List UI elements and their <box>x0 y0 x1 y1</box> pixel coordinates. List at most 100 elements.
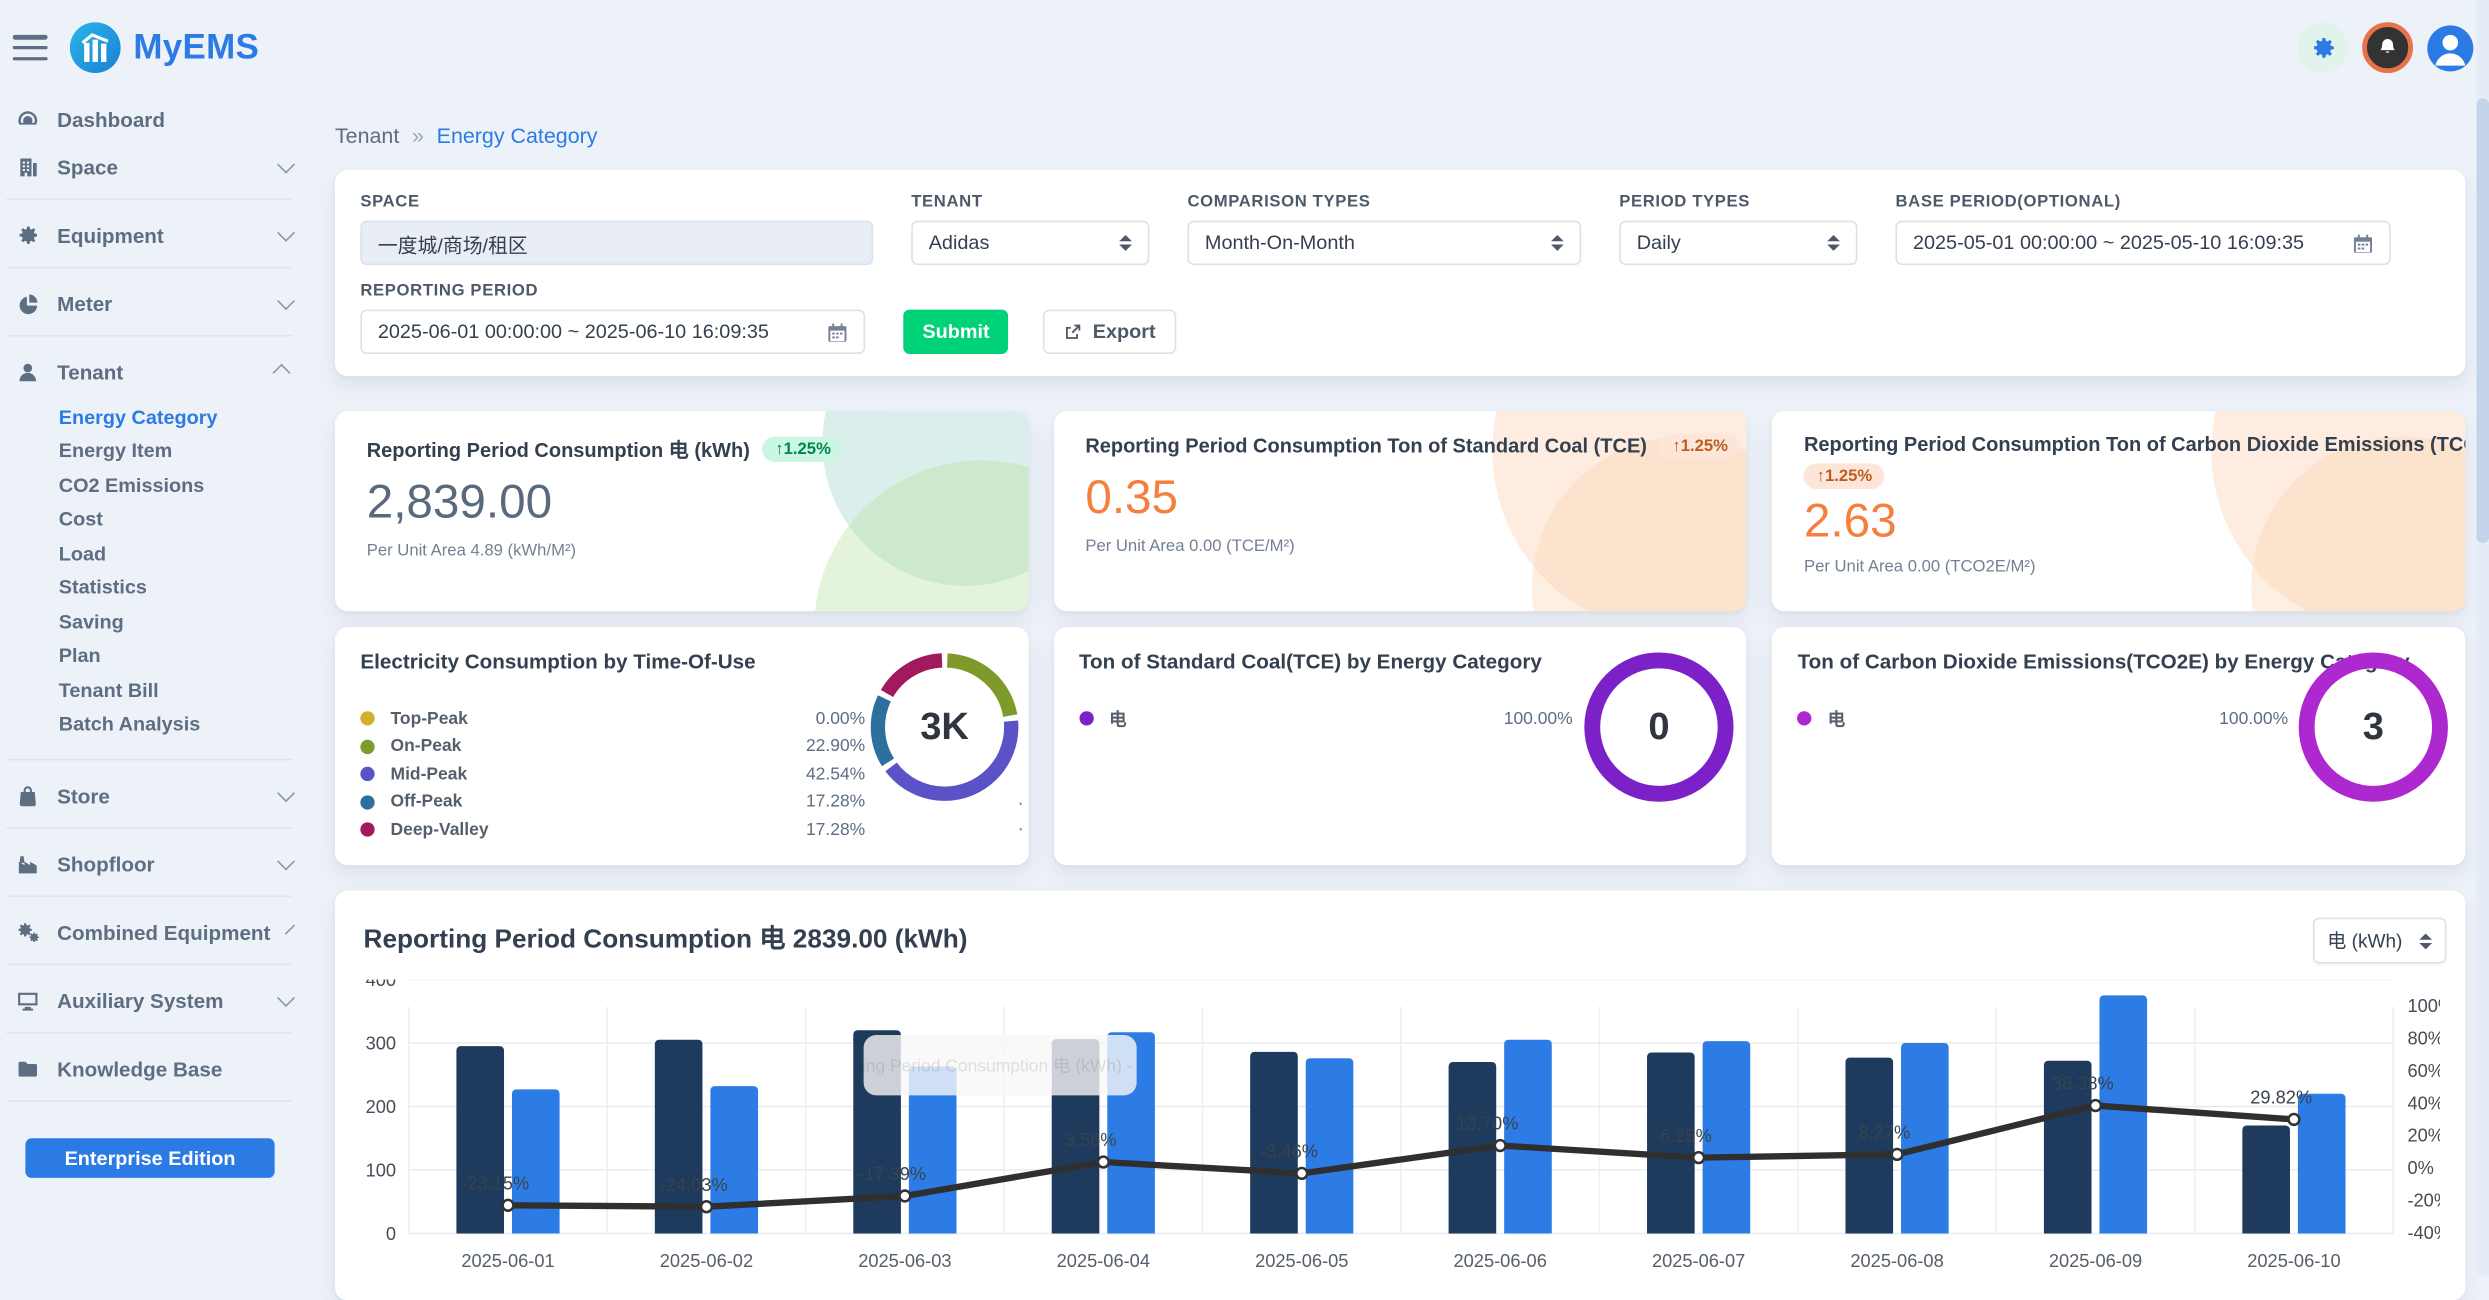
donut-row: Electricity Consumption by Time-Of-Use T… <box>335 627 2465 865</box>
svg-text:13.70%: 13.70% <box>1457 1113 1519 1134</box>
chevron-down-icon <box>277 293 294 310</box>
svg-text:2025-06-04: 2025-06-04 <box>1057 1250 1150 1271</box>
menu-toggle-icon[interactable] <box>13 35 48 60</box>
chart-unit-select[interactable]: 电 (kWh) <box>2313 918 2446 964</box>
donut-legend: 电100.00% <box>1079 705 1573 733</box>
chart-unit-value: 电 (kWh) <box>2327 927 2402 954</box>
submit-button[interactable]: Submit <box>903 310 1008 354</box>
chevron-down-icon <box>277 156 294 173</box>
space-value: 一度城/商场/租区 <box>378 228 528 258</box>
tenant-select[interactable]: Adidas <box>911 221 1149 265</box>
sidebar-item-label: Combined Equipment <box>57 920 270 944</box>
sidebar-item-batch-analysis[interactable]: Batch Analysis <box>0 707 311 741</box>
period-types-label: PERIOD TYPES <box>1619 192 1857 211</box>
svg-text:2025-06-07: 2025-06-07 <box>1652 1250 1745 1271</box>
select-arrows-icon <box>1551 235 1564 251</box>
chevron-down-icon <box>277 785 294 802</box>
breadcrumb-current[interactable]: Energy Category <box>437 124 598 148</box>
sidebar-item-knowledge-base[interactable]: Knowledge Base <box>0 1045 311 1093</box>
legend-percentage: 100.00% <box>2219 709 2288 728</box>
tenant-label: TENANT <box>911 192 1149 211</box>
sidebar-item-tenant-bill[interactable]: Tenant Bill <box>0 673 311 707</box>
period-value: Daily <box>1637 232 1681 254</box>
sidebar-item-shopfloor[interactable]: Shopfloor <box>0 840 311 888</box>
comparison-types-select[interactable]: Month-On-Month <box>1187 221 1581 265</box>
legend-row[interactable]: Mid-Peak42.54% <box>360 760 865 788</box>
kpi-trend-badge: ↑1.25% <box>1660 433 1741 458</box>
base-period-value: 2025-05-01 00:00:00 ~ 2025-05-10 16:09:3… <box>1913 232 2304 254</box>
svg-text:-20%: -20% <box>2407 1190 2440 1211</box>
sidebar-item-combined-equipment[interactable]: Combined Equipment <box>0 908 311 956</box>
reporting-period-input[interactable]: 2025-06-01 00:00:00 ~ 2025-06-10 16:09:3… <box>360 310 865 354</box>
svg-text:60%: 60% <box>2407 1060 2440 1081</box>
monitor-icon <box>16 988 40 1012</box>
kpi-subtext: Per Unit Area 0.00 (TCO2E/M²) <box>1804 557 2434 576</box>
myems-logo-icon <box>70 22 121 73</box>
svg-text:-3.46%: -3.46% <box>1260 1141 1318 1162</box>
legend-percentage: 42.54% <box>806 765 865 784</box>
chevron-up-icon <box>272 365 289 382</box>
legend-label: Deep-Valley <box>391 820 489 839</box>
sidebar-item-co2-emissions[interactable]: CO2 Emissions <box>0 468 311 502</box>
kpi-value: 2.63 <box>1804 495 2434 549</box>
kpi-trend-badge: ↑1.25% <box>1804 464 1885 489</box>
sidebar-item-energy-category[interactable]: Energy Category <box>0 400 311 434</box>
svg-text:80%: 80% <box>2407 1027 2440 1048</box>
legend-percentage: 100.00% <box>1504 709 1573 728</box>
settings-button[interactable] <box>2297 22 2348 73</box>
svg-text:3: 3 <box>2363 706 2384 748</box>
svg-text:3K: 3K <box>920 706 969 748</box>
kpi-value: 2,839.00 <box>367 476 997 530</box>
sidebar-item-meter[interactable]: Meter <box>0 279 311 327</box>
sidebar-item-dashboard[interactable]: Dashboard <box>0 95 311 143</box>
sidebar-item-cost[interactable]: Cost <box>0 502 311 536</box>
legend-percentage: 17.28% <box>806 820 865 839</box>
sidebar-item-load[interactable]: Load <box>0 537 311 571</box>
period-types-select[interactable]: Daily <box>1619 221 1857 265</box>
legend-row[interactable]: Deep-Valley 17.28% <box>360 816 865 844</box>
donut-chart: 0 <box>1579 648 1738 807</box>
comparison-types-label: COMPARISON TYPES <box>1187 192 1581 211</box>
svg-text:2025-06-06: 2025-06-06 <box>1454 1250 1547 1271</box>
scrollbar-thumb[interactable] <box>2477 98 2489 543</box>
topbar-left: MyEMS <box>0 22 259 73</box>
enterprise-edition-button[interactable]: Enterprise Edition <box>25 1138 274 1178</box>
sidebar-item-statistics[interactable]: Statistics <box>0 571 311 605</box>
donut-chart: 3 <box>2294 648 2453 807</box>
brand-logo[interactable]: MyEMS <box>70 22 259 73</box>
legend-row[interactable]: 电100.00% <box>1079 705 1573 733</box>
sidebar-item-auxiliary-system[interactable]: Auxiliary System <box>0 976 311 1024</box>
export-label: Export <box>1093 321 1156 343</box>
sidebar-item-equipment[interactable]: Equipment <box>0 211 311 259</box>
sidebar-item-tenant[interactable]: Tenant <box>0 348 311 396</box>
svg-text:2025-06-09: 2025-06-09 <box>2049 1250 2142 1271</box>
svg-text:2025-06-02: 2025-06-02 <box>660 1250 753 1271</box>
sidebar-item-plan[interactable]: Plan <box>0 639 311 673</box>
brand-name: MyEMS <box>133 27 259 68</box>
legend-row[interactable]: Top-Peak0.00% <box>360 705 865 733</box>
sidebar-item-energy-item[interactable]: Energy Item <box>0 434 311 468</box>
kpi-row: Reporting Period Consumption 电 (kWh) ↑1.… <box>335 411 2465 611</box>
space-label: SPACE <box>360 192 873 211</box>
legend-dot-icon <box>1798 712 1812 726</box>
notifications-button[interactable] <box>2362 22 2413 73</box>
sidebar-item-store[interactable]: Store <box>0 772 311 820</box>
bar-line-chart: 0100200300400100%80%60%40%20%0%-20%-40%2… <box>360 979 2440 1296</box>
svg-text:0: 0 <box>386 1223 396 1244</box>
account-button[interactable] <box>2427 25 2473 71</box>
sidebar-item-label: Space <box>57 155 118 179</box>
legend-dot-icon <box>360 739 374 753</box>
svg-text:-23.15%: -23.15% <box>461 1172 529 1193</box>
kpi-trend-badge: ↑1.25% <box>763 436 844 461</box>
legend-row[interactable]: Off-Peak17.28% <box>360 788 865 816</box>
export-button[interactable]: Export <box>1044 310 1177 354</box>
base-period-input[interactable]: 2025-05-01 00:00:00 ~ 2025-05-10 16:09:3… <box>1895 221 2390 265</box>
sidebar-item-space[interactable]: Space <box>0 143 311 191</box>
kpi-card-tco2e: Reporting Period Consumption Ton of Carb… <box>1772 411 2465 611</box>
svg-text:300: 300 <box>366 1032 396 1053</box>
legend-row[interactable]: 电100.00% <box>1798 705 2289 733</box>
legend-row[interactable]: On-Peak22.90% <box>360 733 865 761</box>
legend-label: Top-Peak <box>391 709 468 728</box>
sidebar-item-saving[interactable]: Saving <box>0 605 311 639</box>
space-input[interactable]: 一度城/商场/租区 <box>360 221 873 265</box>
